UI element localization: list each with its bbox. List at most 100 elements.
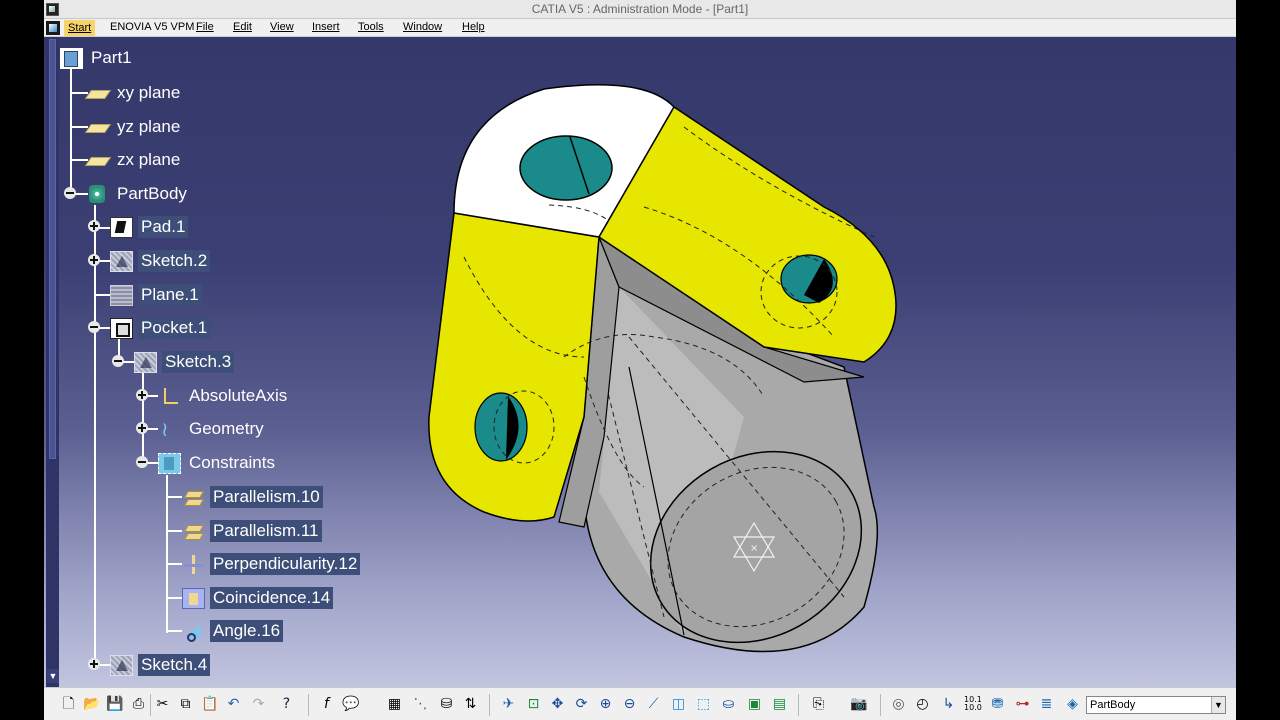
tree-node-part1[interactable]: Part1 <box>60 46 135 70</box>
tree-node-partbody[interactable]: PartBody <box>86 182 190 206</box>
hide-show-icon[interactable]: ⇅ <box>462 696 479 713</box>
expand-sketch4-toggle[interactable] <box>88 658 100 670</box>
design-table-icon[interactable]: ⛁ <box>438 696 455 713</box>
tree-node-geometry[interactable]: Geometry <box>158 417 267 441</box>
pan-icon[interactable]: ✥ <box>549 696 566 713</box>
undo-icon[interactable]: ↶ <box>225 696 242 713</box>
filter-icon[interactable]: ⛃ <box>989 696 1006 713</box>
catia-window: CATIA V5 : Administration Mode - [Part1]… <box>0 0 1280 720</box>
view-modes-icon[interactable]: ⬚ <box>695 696 712 713</box>
geometry-icon <box>158 417 181 441</box>
tree-node-xy-plane[interactable]: xy plane <box>86 81 183 105</box>
expand-sketch2-toggle[interactable] <box>88 254 100 266</box>
tree-label-parallelism11: Parallelism.11 <box>210 520 322 542</box>
tree-label-xy-plane: xy plane <box>117 83 181 102</box>
tree-node-absoluteaxis[interactable]: AbsoluteAxis <box>158 384 290 408</box>
scale-label-bottom: 10.0 <box>964 703 982 712</box>
menu-enovia-v5-vpm[interactable]: ENOVIA V5 VPM <box>110 21 194 33</box>
axis-icon <box>158 386 181 407</box>
3d-viewport[interactable]: × Part1 xy plane yz plane zx plane PartB… <box>44 37 1236 687</box>
tree-node-sketch4[interactable]: Sketch.4 <box>110 653 211 677</box>
graph-icon[interactable]: ⊶ <box>1014 696 1031 713</box>
menu-view[interactable]: View <box>270 21 294 33</box>
tree-node-constraints[interactable]: Constraints <box>158 451 278 475</box>
scroll-down-arrow-icon[interactable]: ▼ <box>47 669 59 683</box>
svg-text:×: × <box>750 543 758 554</box>
analysis-icon[interactable]: 📷 <box>850 696 867 713</box>
tree-node-parallelism10[interactable]: Parallelism.10 <box>182 485 323 509</box>
paste-icon[interactable]: 📋 <box>201 696 218 713</box>
menu-edit[interactable]: Edit <box>233 21 252 33</box>
axis-system-icon[interactable]: ◎ <box>890 696 907 713</box>
catalog-icon[interactable]: ⋱ <box>412 696 429 713</box>
whats-this-icon[interactable]: ? <box>278 696 295 713</box>
chevron-down-icon[interactable]: ▼ <box>1211 697 1225 713</box>
redo-icon[interactable]: ↷ <box>250 696 267 713</box>
tree-node-sketch3[interactable]: Sketch.3 <box>134 350 235 374</box>
specification-tree: Part1 xy plane yz plane zx plane PartBod… <box>44 37 444 687</box>
zoom-out-icon[interactable]: ⊖ <box>621 696 638 713</box>
new-icon[interactable]: 🗋 <box>60 696 77 713</box>
part-icon <box>60 47 83 69</box>
document-menu-icon[interactable] <box>46 21 60 35</box>
tree-scrollbar-thumb[interactable] <box>49 39 56 459</box>
swap-space-icon[interactable]: ▤ <box>771 696 788 713</box>
tree-label-angle16: Angle.16 <box>210 620 284 642</box>
tree-scrollbar[interactable]: ▼ <box>46 37 59 687</box>
tree-node-plane1[interactable]: Plane.1 <box>110 283 202 307</box>
zoom-in-icon[interactable]: ⊕ <box>597 696 614 713</box>
table-icon[interactable]: ▦ <box>386 696 403 713</box>
menu-start[interactable]: Start <box>64 20 96 36</box>
formula-icon[interactable]: f <box>318 696 335 713</box>
open-icon[interactable]: 📂 <box>83 696 100 713</box>
fly-mode-icon[interactable]: ✈ <box>500 696 517 713</box>
tree-node-yz-plane[interactable]: yz plane <box>86 115 183 139</box>
perpendicularity-icon <box>182 554 205 575</box>
tree-node-zx-plane[interactable]: zx plane <box>86 148 183 172</box>
sketch-icon <box>110 654 133 676</box>
menu-file[interactable]: File <box>196 21 214 33</box>
expand-absoluteaxis-toggle[interactable] <box>136 389 148 401</box>
tree-node-sketch2[interactable]: Sketch.2 <box>110 249 211 273</box>
expand-pad1-toggle[interactable] <box>88 220 100 232</box>
tree-node-pad1[interactable]: Pad.1 <box>110 215 189 239</box>
print-icon[interactable]: ⎙ <box>130 696 147 713</box>
capture-icon[interactable]: ⎘ <box>810 696 827 713</box>
save-icon[interactable]: 💾 <box>106 696 123 713</box>
tree-node-pocket1[interactable]: Pocket.1 <box>110 316 211 340</box>
copy-icon[interactable]: ⧉ <box>177 696 194 713</box>
menu-bar: Start ENOVIA V5 VPM File Edit View Inser… <box>44 19 1236 37</box>
hide-icon[interactable]: ▣ <box>746 696 763 713</box>
tolerance-icon[interactable]: ↳ <box>940 696 957 713</box>
menu-tools[interactable]: Tools <box>358 21 384 33</box>
iso-view-icon[interactable]: ◫ <box>670 696 687 713</box>
menu-window[interactable]: Window <box>403 21 442 33</box>
scale-icon[interactable]: 10.1 10.0 <box>964 696 982 713</box>
tree-node-parallelism11[interactable]: Parallelism.11 <box>182 519 322 543</box>
tree-label-constraints: Constraints <box>189 453 275 472</box>
current-body-select[interactable]: PartBody ▼ <box>1086 696 1226 714</box>
measure-icon[interactable]: ◴ <box>914 696 931 713</box>
tree-label-part1: Part1 <box>91 48 132 67</box>
collapse-pocket1-toggle[interactable] <box>88 321 100 333</box>
expand-geometry-toggle[interactable] <box>136 422 148 434</box>
normal-view-icon[interactable]: ⟋ <box>645 696 662 713</box>
cut-icon[interactable]: ✂ <box>154 696 171 713</box>
knowledge-icon[interactable]: 💬 <box>342 696 359 713</box>
body-icon[interactable]: ◈ <box>1064 696 1081 713</box>
tree-node-angle16[interactable]: Angle.16 <box>182 619 284 643</box>
menu-help[interactable]: Help <box>462 21 485 33</box>
collapse-constraints-toggle[interactable] <box>136 456 148 468</box>
tree-node-perpendicularity12[interactable]: Perpendicularity.12 <box>182 552 361 576</box>
list-icon[interactable]: ≣ <box>1038 696 1055 713</box>
rotate-icon[interactable]: ⟳ <box>573 696 590 713</box>
menu-insert[interactable]: Insert <box>312 21 340 33</box>
coincidence-icon <box>182 587 205 609</box>
tree-label-plane1: Plane.1 <box>138 284 202 306</box>
tree-node-coincidence14[interactable]: Coincidence.14 <box>182 586 334 610</box>
collapse-sketch3-toggle[interactable] <box>112 355 124 367</box>
current-body-value: PartBody <box>1090 699 1136 711</box>
render-style-icon[interactable]: ⛀ <box>720 696 737 713</box>
fit-all-icon[interactable]: ⊡ <box>525 696 542 713</box>
collapse-partbody-toggle[interactable] <box>64 187 76 199</box>
